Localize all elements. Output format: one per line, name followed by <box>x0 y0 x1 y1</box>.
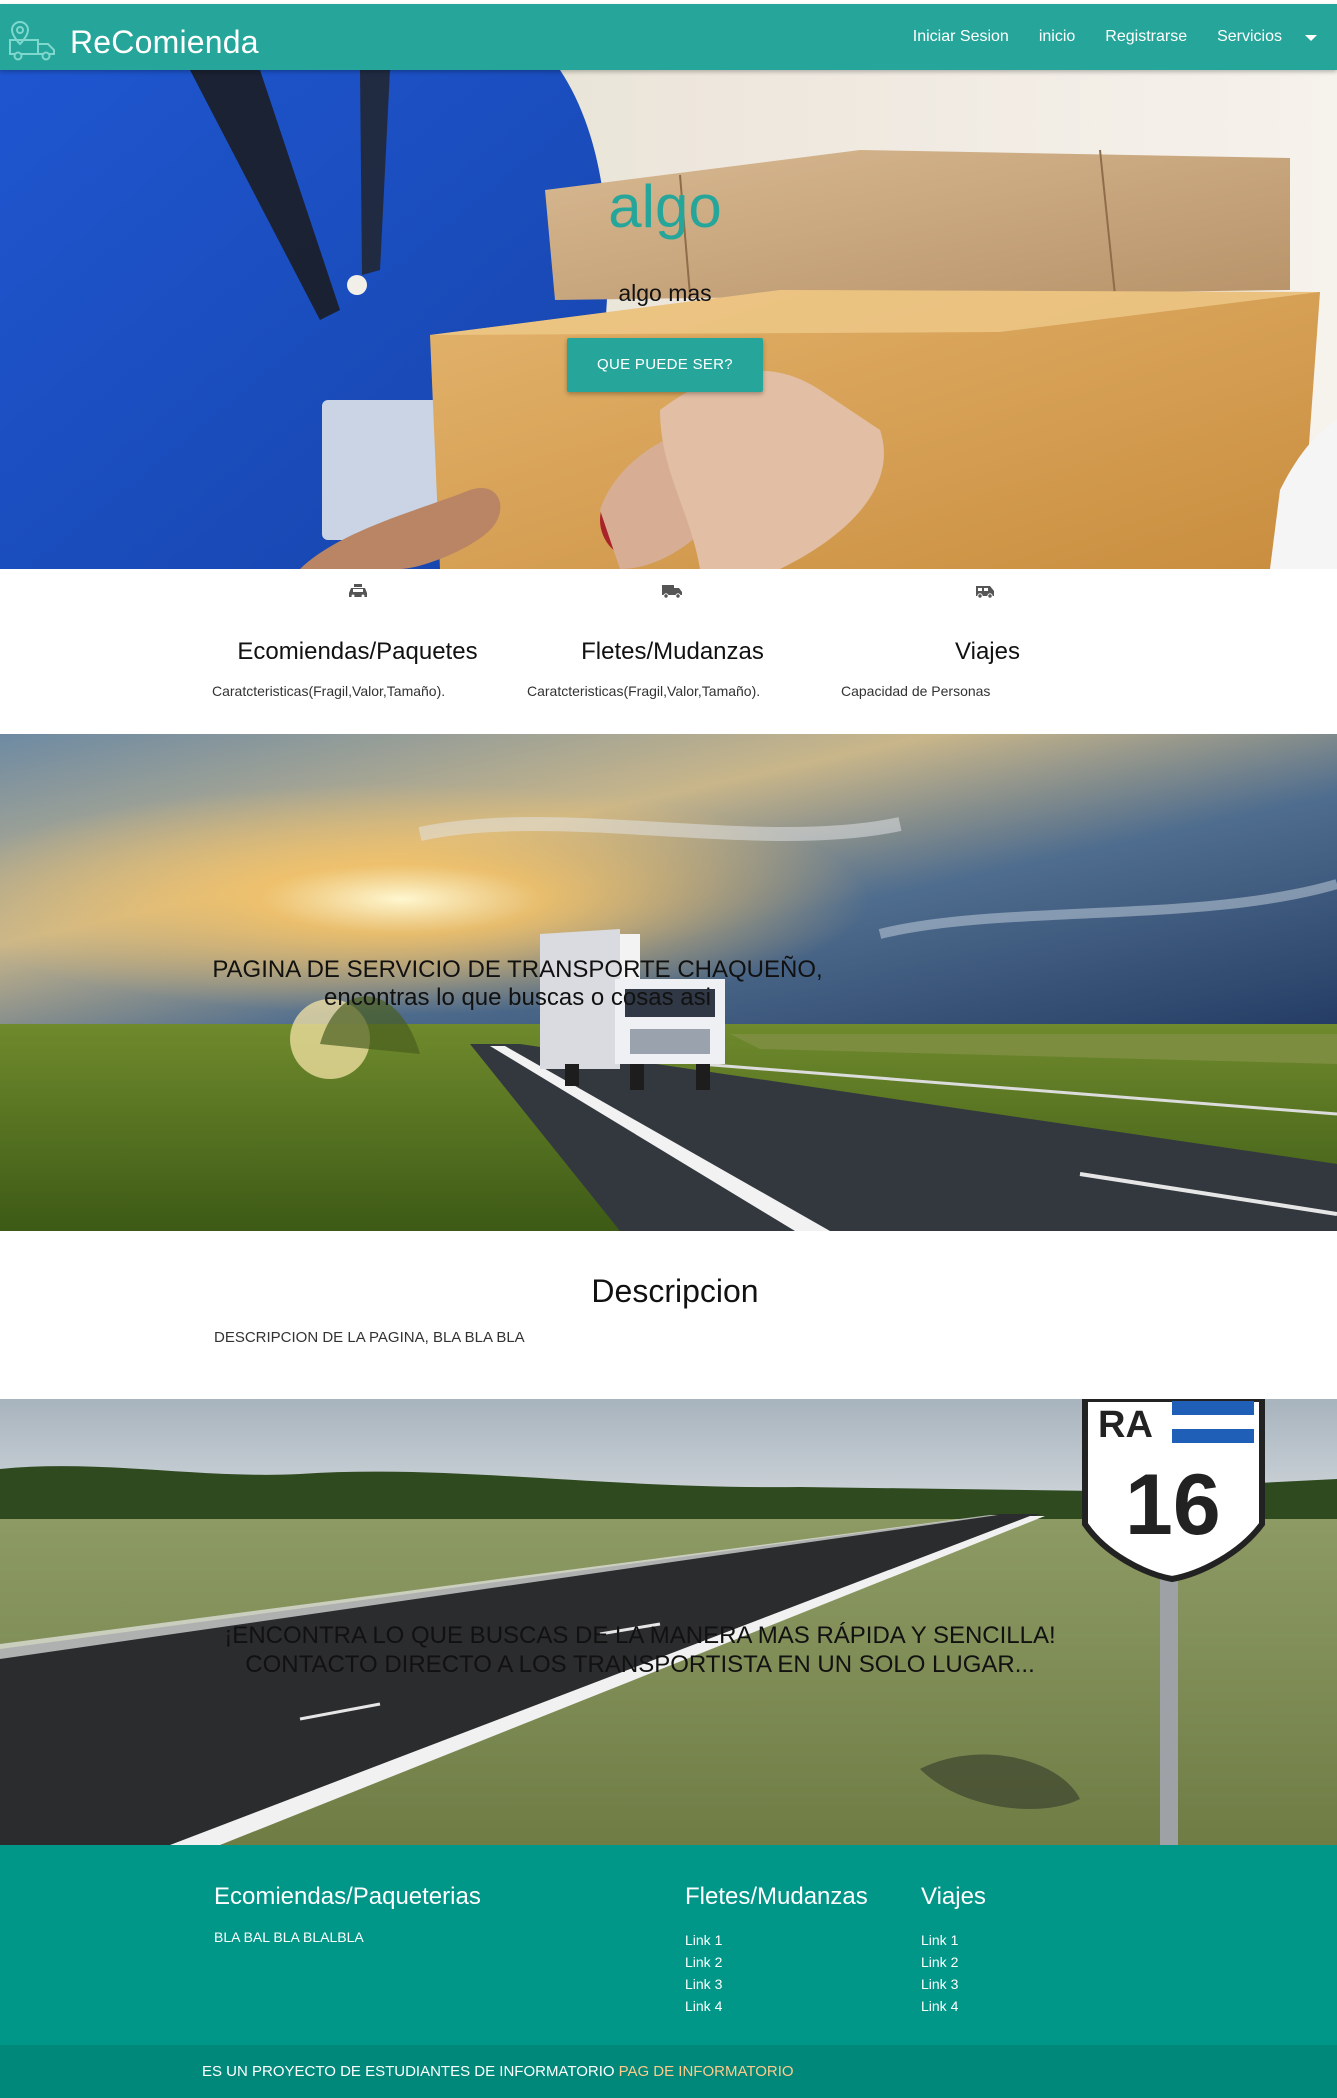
parallax-truck-line1: PAGINA DE SERVICIO DE TRANSPORTE CHAQUEÑ… <box>212 956 823 983</box>
sign-text: RA <box>1098 1404 1153 1446</box>
feature-desc: Capacidad de Personas <box>841 683 991 699</box>
hero-section: algo algo mas QUE PUEDE SER? <box>0 70 1337 569</box>
footer: Ecomiendas/Paqueterias BLA BAL BLA BLALB… <box>0 1845 1337 2098</box>
caret-down-icon[interactable] <box>1305 35 1317 41</box>
footer-col1-title: Ecomiendas/Paqueterias <box>214 1883 481 1910</box>
nav-link-registrarse[interactable]: Registrarse <box>1090 28 1202 46</box>
hero-image <box>0 70 1337 569</box>
truck-icon <box>662 585 682 599</box>
parallax-truck-section: PAGINA DE SERVICIO DE TRANSPORTE CHAQUEÑ… <box>0 734 1337 1231</box>
brand-name[interactable]: ReComienda <box>70 24 259 61</box>
footer-link[interactable]: Link 1 <box>921 1929 958 1951</box>
footer-link[interactable]: Link 1 <box>685 1929 722 1951</box>
hero-subtitle: algo mas <box>618 280 712 306</box>
navbar: ReComienda Iniciar Sesion inicio Registr… <box>0 4 1337 70</box>
description-text: DESCRIPCION DE LA PAGINA, BLA BLA BLA <box>214 1329 525 1346</box>
hero-title: algo <box>608 173 722 240</box>
nav-link-servicios[interactable]: Servicios <box>1202 28 1297 46</box>
feature-title: Fletes/Mudanzas <box>581 638 764 665</box>
parallax-truck-line2: encontras lo que buscas o cosas asi <box>324 984 711 1011</box>
feature-title: Viajes <box>955 638 1020 665</box>
sign-number: 16 <box>1125 1457 1221 1553</box>
hero-button[interactable]: QUE PUEDE SER? <box>567 338 763 392</box>
copyright-label: ES UN PROYECTO DE ESTUDIANTES DE INFORMA… <box>202 2063 615 2080</box>
footer-col2-title: Fletes/Mudanzas <box>685 1883 868 1910</box>
feature-desc: Caratcteristicas(Fragil,Valor,Tamaño). <box>212 683 446 699</box>
truck-location-icon[interactable] <box>6 18 58 62</box>
footer-col3-links: Link 1 Link 2 Link 3 Link 4 <box>921 1929 958 2017</box>
parallax-road-text: ¡ENCONTRA LO QUE BUSCAS DE LA MANERA MAS… <box>0 1621 1280 1679</box>
parallax-road-line2: CONTACTO DIRECTO A LOS TRANSPORTISTA EN … <box>245 1651 1035 1678</box>
nav-link-inicio[interactable]: inicio <box>1024 28 1090 46</box>
footer-link[interactable]: Link 2 <box>921 1951 958 1973</box>
feature-title: Ecomiendas/Paquetes <box>237 638 478 665</box>
taxi-icon <box>349 584 367 598</box>
footer-link[interactable]: Link 3 <box>921 1973 958 1995</box>
feature-desc: Caratcteristicas(Fragil,Valor,Tamaño). <box>527 683 761 699</box>
footer-col3-title: Viajes <box>921 1883 986 1910</box>
description-title: Descripcion <box>591 1273 759 1309</box>
footer-link[interactable]: Link 2 <box>685 1951 722 1973</box>
footer-link[interactable]: Link 3 <box>685 1973 722 1995</box>
footer-col2-links: Link 1 Link 2 Link 3 Link 4 <box>685 1929 722 2017</box>
copyright-bar: ES UN PROYECTO DE ESTUDIANTES DE INFORMA… <box>0 2045 1337 2098</box>
footer-link[interactable]: Link 4 <box>921 1995 958 2017</box>
description-section: Descripcion DESCRIPCION DE LA PAGINA, BL… <box>0 1231 1337 1399</box>
footer-link[interactable]: Link 4 <box>685 1995 722 2017</box>
parallax-truck-text: PAGINA DE SERVICIO DE TRANSPORTE CHAQUEÑ… <box>0 956 1035 1012</box>
parallax-road-line1: ¡ENCONTRA LO QUE BUSCAS DE LA MANERA MAS… <box>224 1622 1056 1649</box>
parallax-road-section: RA 16 ¡ENCONTRA LO QUE BUSCAS DE LA MANE… <box>0 1399 1337 1845</box>
nav-links: Iniciar Sesion inicio Registrarse Servic… <box>898 4 1317 70</box>
features-section: Ecomiendas/Paquetes Caratcteristicas(Fra… <box>0 569 1337 734</box>
copyright-link[interactable]: PAG DE INFORMATORIO <box>619 2063 794 2080</box>
nav-link-iniciar-sesion[interactable]: Iniciar Sesion <box>898 28 1024 46</box>
footer-col1-text: BLA BAL BLA BLALBLA <box>214 1929 364 1945</box>
copyright-text: ES UN PROYECTO DE ESTUDIANTES DE INFORMA… <box>202 2063 794 2080</box>
van-icon <box>976 586 994 599</box>
